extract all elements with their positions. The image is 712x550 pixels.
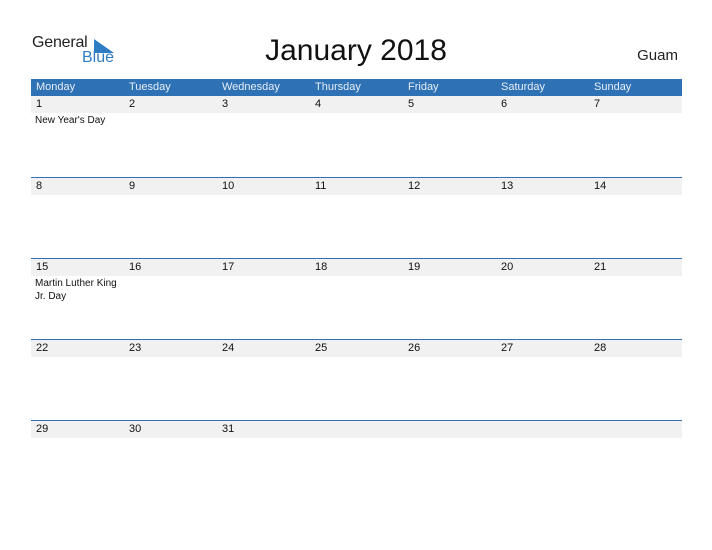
holiday-label: [310, 438, 403, 439]
day-number: 7: [594, 98, 601, 110]
day-number: 28: [594, 342, 607, 354]
weekday-friday: Friday: [408, 81, 439, 93]
holiday-label: New Year's Day: [35, 115, 106, 126]
day-number: [403, 421, 496, 438]
holiday-label: [403, 195, 496, 196]
day-number: 25: [315, 342, 328, 354]
holiday-label: [589, 357, 682, 358]
week-row: 29 30 31: [31, 420, 682, 501]
day-number: 17: [222, 261, 235, 273]
day-number: 3: [222, 98, 229, 110]
weekday-tuesday: Tuesday: [129, 81, 171, 93]
week-row: 1 2 3 4 5 6 7 New Year's Day: [31, 96, 682, 177]
calendar-grid: Monday Tuesday Wednesday Thursday Friday…: [31, 79, 682, 501]
date-strip: 22 23 24 25 26 27 28: [31, 340, 682, 357]
day-number: [310, 421, 403, 438]
date-strip: 29 30 31: [31, 421, 682, 438]
week-row: 15 16 17 18 19 20 21 Martin Luther King Jr. Day: [31, 258, 682, 339]
day-number: 5: [408, 98, 415, 110]
holiday-label: [496, 113, 589, 127]
holiday-label: [124, 357, 217, 358]
day-number: 23: [129, 342, 142, 354]
events-row: [31, 438, 682, 439]
weekday-monday: Monday: [36, 81, 76, 93]
holiday-label: Martin Luther King Jr. Day: [35, 278, 117, 302]
weekday-sunday: Sunday: [594, 81, 632, 93]
day-number: 13: [501, 180, 514, 192]
events-row: New Year's Day: [31, 113, 682, 127]
day-number: 10: [222, 180, 235, 192]
day-number: 4: [315, 98, 322, 110]
events-row: [31, 357, 682, 358]
holiday-label: [31, 195, 124, 196]
holiday-label: [496, 195, 589, 196]
day-number: 20: [501, 261, 514, 273]
holiday-label: [217, 357, 310, 358]
weekday-wednesday: Wednesday: [222, 81, 280, 93]
events-row: Martin Luther King Jr. Day: [31, 276, 682, 303]
holiday-label: [589, 195, 682, 196]
holiday-label: [31, 438, 124, 439]
holiday-label: [124, 438, 217, 439]
weekday-saturday: Saturday: [501, 81, 546, 93]
holiday-label: [217, 113, 310, 127]
day-number: 8: [36, 180, 43, 192]
holiday-label: [217, 438, 310, 439]
holiday-label: [310, 276, 403, 303]
holiday-label: [217, 276, 310, 303]
day-number: 19: [408, 261, 421, 273]
date-strip: 15 16 17 18 19 20 21: [31, 259, 682, 276]
day-number: 22: [36, 342, 49, 354]
day-number: 26: [408, 342, 421, 354]
day-number: 9: [129, 180, 136, 192]
holiday-label: [124, 113, 217, 127]
holiday-label: [124, 195, 217, 196]
day-number: 12: [408, 180, 421, 192]
holiday-label: [310, 357, 403, 358]
day-number: 15: [36, 261, 49, 273]
holiday-label: [496, 357, 589, 358]
holiday-label: [589, 276, 682, 303]
holiday-label: [310, 195, 403, 196]
day-number: 30: [129, 423, 142, 435]
day-number: 6: [501, 98, 508, 110]
week-row: 8 9 10 11 12 13 14: [31, 177, 682, 258]
day-number: 1: [36, 98, 43, 110]
holiday-label: [403, 357, 496, 358]
holiday-label: [124, 276, 217, 303]
holiday-label: [31, 357, 124, 358]
holiday-label: [403, 113, 496, 127]
day-number: 21: [594, 261, 607, 273]
weekday-header: Monday Tuesday Wednesday Thursday Friday…: [31, 79, 682, 96]
holiday-label: [310, 113, 403, 127]
day-number: 29: [36, 423, 49, 435]
holiday-label: [589, 113, 682, 127]
day-number: [496, 421, 589, 438]
holiday-label: [496, 438, 589, 439]
holiday-label: [403, 276, 496, 303]
day-number: 31: [222, 423, 235, 435]
day-number: 16: [129, 261, 142, 273]
date-strip: 1 2 3 4 5 6 7: [31, 96, 682, 113]
holiday-label: [496, 276, 589, 303]
weekday-thursday: Thursday: [315, 81, 361, 93]
day-number: 14: [594, 180, 607, 192]
day-number: 27: [501, 342, 514, 354]
day-number: 11: [315, 180, 327, 192]
day-number: 24: [222, 342, 235, 354]
day-number: 2: [129, 98, 136, 110]
events-row: [31, 195, 682, 196]
holiday-label: [589, 438, 682, 439]
holiday-label: [403, 438, 496, 439]
holiday-label: [217, 195, 310, 196]
page-title: January 2018: [265, 34, 447, 67]
day-number: [589, 421, 682, 438]
week-row: 22 23 24 25 26 27 28: [31, 339, 682, 420]
region-label: Guam: [637, 47, 678, 64]
day-number: 18: [315, 261, 328, 273]
date-strip: 8 9 10 11 12 13 14: [31, 178, 682, 195]
